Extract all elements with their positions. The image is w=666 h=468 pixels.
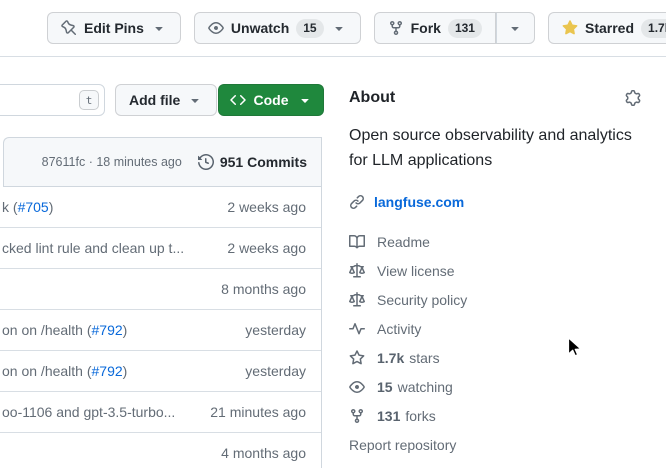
about-sidebar: About Open source observability and anal… bbox=[349, 84, 641, 459]
eye-icon bbox=[208, 20, 224, 36]
watchers-count-badge: 15 bbox=[296, 19, 323, 38]
history-icon bbox=[198, 154, 214, 170]
fork-button[interactable]: Fork 131 bbox=[374, 12, 496, 44]
issue-link[interactable]: #792 bbox=[92, 322, 123, 338]
fork-label: Fork bbox=[411, 20, 441, 36]
table-row: 4 months ago bbox=[0, 433, 321, 468]
go-to-file-input-wrapper: t bbox=[0, 84, 105, 116]
separator-dot: · bbox=[89, 155, 93, 169]
commit-message-link[interactable]: k (#705) bbox=[2, 199, 53, 215]
commit-message-link[interactable]: cked lint rule and clean up t... bbox=[2, 240, 184, 256]
unwatch-button[interactable]: Unwatch 15 bbox=[194, 12, 361, 44]
chevron-down-icon bbox=[187, 92, 203, 108]
unwatch-label: Unwatch bbox=[231, 20, 289, 36]
book-icon bbox=[349, 234, 365, 250]
code-button[interactable]: Code bbox=[218, 84, 324, 116]
activity-link[interactable]: Activity bbox=[349, 314, 641, 343]
commit-date-link[interactable]: 4 months ago bbox=[221, 445, 306, 461]
stars-count-badge: 1.7k bbox=[641, 19, 666, 38]
chevron-down-icon bbox=[151, 20, 167, 36]
starred-button[interactable]: Starred 1.7k bbox=[548, 12, 666, 44]
eye-icon bbox=[349, 379, 365, 395]
view-license-link[interactable]: View license bbox=[349, 256, 641, 285]
table-row: on on /health (#792) yesterday bbox=[0, 351, 321, 392]
star-split-button: Starred 1.7k bbox=[548, 12, 666, 44]
code-icon bbox=[230, 92, 246, 108]
gear-icon[interactable] bbox=[625, 90, 641, 106]
table-row: cked lint rule and clean up t... 2 weeks… bbox=[0, 228, 321, 269]
fork-split-button: Fork 131 bbox=[374, 12, 535, 44]
stars-link[interactable]: 1.7k stars bbox=[349, 343, 641, 372]
commit-date-link[interactable]: 21 minutes ago bbox=[210, 404, 306, 420]
add-file-label: Add file bbox=[129, 92, 180, 108]
chevron-down-icon bbox=[331, 20, 347, 36]
star-icon bbox=[349, 350, 365, 366]
law-icon bbox=[349, 263, 365, 279]
commit-date-link[interactable]: 8 months ago bbox=[221, 281, 306, 297]
commit-message-link[interactable]: on on /health (#792) bbox=[2, 363, 127, 379]
forks-link[interactable]: 131 forks bbox=[349, 401, 641, 430]
readme-link[interactable]: Readme bbox=[349, 227, 641, 256]
pulse-icon bbox=[349, 321, 365, 337]
fork-dropdown-button[interactable] bbox=[496, 12, 535, 44]
latest-commit-bar: 87611fc · 18 minutes ago 951 Commits bbox=[3, 137, 321, 187]
issue-link[interactable]: #705 bbox=[18, 199, 49, 215]
file-list-panel: 87611fc · 18 minutes ago 951 Commits k (… bbox=[0, 137, 322, 468]
commit-message-link[interactable]: on on /health (#792) bbox=[2, 322, 127, 338]
github-repo-page: Edit Pins Unwatch 15 Fork 131 bbox=[0, 0, 666, 468]
star-filled-icon bbox=[562, 20, 578, 36]
repo-forked-icon bbox=[388, 20, 404, 36]
latest-commit-meta[interactable]: 87611fc · 18 minutes ago bbox=[42, 155, 182, 169]
law-icon bbox=[349, 292, 365, 308]
repo-action-toolbar: Edit Pins Unwatch 15 Fork 131 bbox=[0, 0, 666, 57]
commit-date-link[interactable]: yesterday bbox=[245, 363, 306, 379]
issue-link[interactable]: #792 bbox=[92, 363, 123, 379]
table-row: 8 months ago bbox=[0, 269, 321, 310]
commit-hash: 87611fc bbox=[42, 155, 86, 169]
commit-date-link[interactable]: 2 weeks ago bbox=[227, 240, 306, 256]
report-repository-link[interactable]: Report repository bbox=[349, 430, 641, 459]
repo-forked-icon bbox=[349, 408, 365, 424]
pin-icon bbox=[61, 20, 77, 36]
about-title: About bbox=[349, 89, 395, 107]
link-icon bbox=[349, 194, 365, 210]
commit-message-link[interactable]: oo-1106 and gpt-3.5-turbo... bbox=[2, 404, 175, 420]
table-row: oo-1106 and gpt-3.5-turbo... 21 minutes … bbox=[0, 392, 321, 433]
edit-pins-button[interactable]: Edit Pins bbox=[47, 12, 181, 44]
commit-date-link[interactable]: yesterday bbox=[245, 322, 306, 338]
table-row: k (#705) 2 weeks ago bbox=[0, 187, 321, 228]
edit-pins-label: Edit Pins bbox=[84, 20, 144, 36]
add-file-button[interactable]: Add file bbox=[115, 84, 217, 116]
commit-history-link[interactable]: 951 Commits bbox=[198, 154, 307, 170]
commits-count-label: 951 Commits bbox=[220, 154, 307, 170]
starred-label: Starred bbox=[585, 20, 634, 36]
commit-date-link[interactable]: 2 weeks ago bbox=[227, 199, 306, 215]
chevron-down-icon bbox=[507, 20, 523, 36]
commit-time: 18 minutes ago bbox=[96, 155, 181, 169]
code-label: Code bbox=[254, 92, 289, 108]
table-row: on on /health (#792) yesterday bbox=[0, 310, 321, 351]
website-link[interactable]: langfuse.com bbox=[374, 194, 464, 210]
security-policy-link[interactable]: Security policy bbox=[349, 285, 641, 314]
forks-count-badge: 131 bbox=[448, 19, 482, 38]
keyboard-shortcut-key: t bbox=[79, 90, 99, 110]
chevron-down-icon bbox=[297, 92, 313, 108]
repo-description: Open source observability and analytics … bbox=[349, 123, 641, 173]
watching-link[interactable]: 15 watching bbox=[349, 372, 641, 401]
